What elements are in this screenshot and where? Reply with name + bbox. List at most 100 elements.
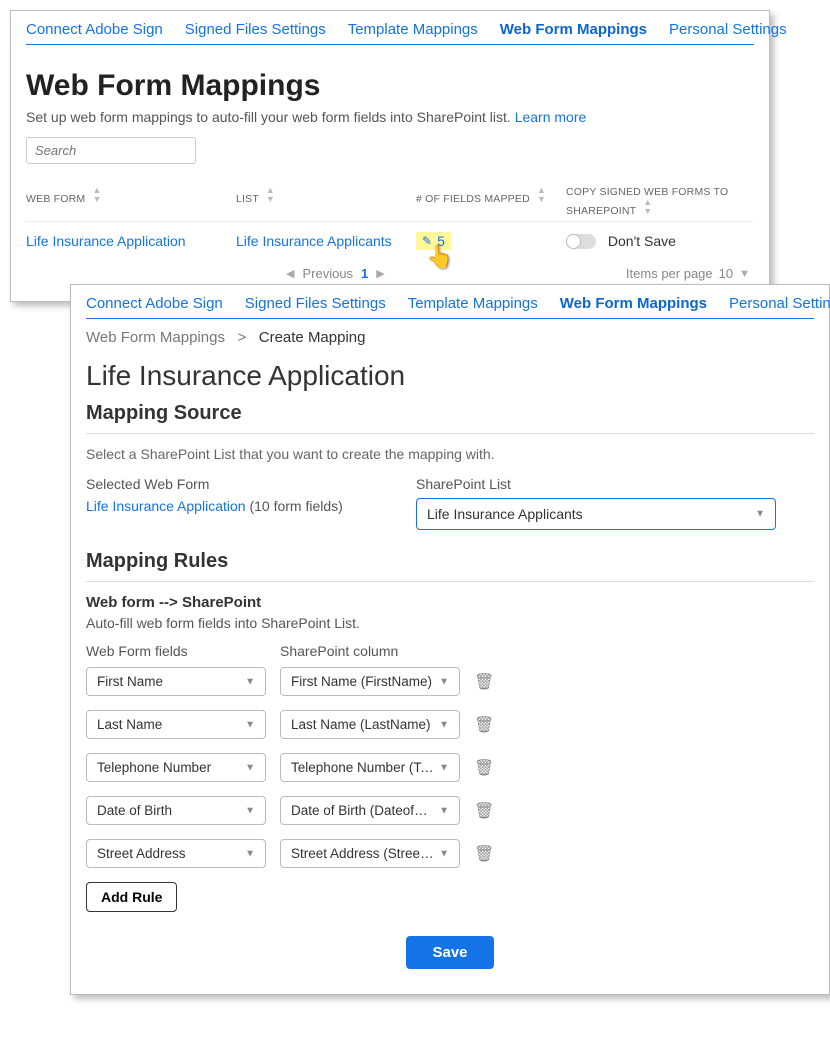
tab-personal-settings[interactable]: Personal Settings bbox=[669, 21, 787, 38]
mapping-source-heading: Mapping Source bbox=[86, 402, 814, 425]
rule-row: First Name ▼ First Name (FirstName)▼ 🗑 bbox=[86, 667, 814, 696]
sharepoint-column-value: First Name (FirstName) bbox=[291, 674, 432, 689]
caret-down-icon: ▼ bbox=[245, 848, 255, 859]
row-list-link[interactable]: Life Insurance Applicants bbox=[236, 233, 416, 249]
tab-connect-adobe-sign[interactable]: Connect Adobe Sign bbox=[26, 21, 163, 38]
col-header-webform-fields: Web Form fields bbox=[86, 643, 266, 659]
trash-icon[interactable]: 🗑 bbox=[474, 758, 494, 778]
caret-down-icon: ▼ bbox=[439, 762, 449, 773]
tab-template-mappings[interactable]: Template Mappings bbox=[348, 21, 478, 38]
tab-web-form-mappings[interactable]: Web Form Mappings bbox=[500, 21, 647, 38]
header-list[interactable]: LIST ▲▼ bbox=[236, 186, 416, 217]
webform-field-value: First Name bbox=[97, 674, 163, 689]
header-fields-label: # OF FIELDS MAPPED bbox=[416, 193, 530, 205]
items-per-page-value[interactable]: 10 bbox=[719, 266, 733, 281]
webform-field-value: Date of Birth bbox=[97, 803, 172, 818]
webform-field-value: Street Address bbox=[97, 846, 186, 861]
rule-row: Street Address ▼ Street Address (StreetAd…… bbox=[86, 839, 814, 868]
save-button[interactable]: Save bbox=[406, 936, 493, 969]
tab-connect-adobe-sign[interactable]: Connect Adobe Sign bbox=[86, 295, 223, 312]
items-per-page-label: Items per page bbox=[626, 266, 713, 281]
rules-help: Auto-fill web form fields into SharePoin… bbox=[86, 615, 814, 631]
grid-header: WEB FORM ▲▼ LIST ▲▼ # OF FIELDS MAPPED ▲… bbox=[26, 182, 754, 222]
trash-icon[interactable]: 🗑 bbox=[474, 801, 494, 821]
caret-down-icon: ▼ bbox=[245, 719, 255, 730]
sharepoint-column-select[interactable]: Telephone Number (Tele…▼ bbox=[280, 753, 460, 782]
header-webform[interactable]: WEB FORM ▲▼ bbox=[26, 186, 236, 217]
sort-icon: ▲▼ bbox=[643, 198, 652, 216]
rule-row: Date of Birth ▼ Date of Birth (DateofBirth… bbox=[86, 796, 814, 825]
webform-field-select[interactable]: Date of Birth ▼ bbox=[86, 796, 266, 825]
sharepoint-column-select[interactable]: Street Address (StreetAd…▼ bbox=[280, 839, 460, 868]
caret-down-icon: ▼ bbox=[439, 719, 449, 730]
breadcrumb: Web Form Mappings > Create Mapping bbox=[86, 329, 814, 346]
copy-toggle-label: Don't Save bbox=[608, 233, 676, 249]
webform-field-select[interactable]: Street Address ▼ bbox=[86, 839, 266, 868]
breadcrumb-parent[interactable]: Web Form Mappings bbox=[86, 329, 225, 346]
form-fields-count: (10 form fields) bbox=[249, 498, 342, 514]
subtitle-text: Set up web form mappings to auto-fill yo… bbox=[26, 109, 511, 125]
webform-field-value: Last Name bbox=[97, 717, 162, 732]
pager-prev[interactable]: Previous bbox=[302, 266, 353, 281]
header-copy-signed[interactable]: COPY SIGNED WEB FORMS TO SHAREPOINT ▲▼ bbox=[566, 186, 754, 217]
fields-count: 5 bbox=[437, 233, 445, 249]
rule-row: Last Name ▼ Last Name (LastName) ▼ 🗑 bbox=[86, 710, 814, 739]
page-title: Web Form Mappings bbox=[26, 69, 754, 103]
breadcrumb-current: Create Mapping bbox=[259, 329, 366, 346]
selected-webform-label: Selected Web Form bbox=[86, 476, 386, 492]
sharepoint-column-select[interactable]: Date of Birth (DateofBirth)▼ bbox=[280, 796, 460, 825]
sharepoint-column-value: Street Address (StreetAd… bbox=[291, 846, 454, 861]
sort-icon: ▲▼ bbox=[537, 186, 546, 204]
sharepoint-column-value: Date of Birth (DateofBirth) bbox=[291, 803, 446, 818]
table-row: Life Insurance Application Life Insuranc… bbox=[26, 222, 754, 260]
caret-down-icon: ▼ bbox=[245, 676, 255, 687]
learn-more-link[interactable]: Learn more bbox=[515, 109, 587, 125]
webform-field-select[interactable]: Last Name ▼ bbox=[86, 710, 266, 739]
caret-down-icon: ▼ bbox=[245, 762, 255, 773]
row-fields-cell-wrapper: ✎ 5 👆 bbox=[416, 232, 566, 250]
mapping-detail-panel: Connect Adobe Sign Signed Files Settings… bbox=[70, 284, 830, 995]
webform-field-value: Telephone Number bbox=[97, 760, 211, 775]
header-fields-mapped[interactable]: # OF FIELDS MAPPED ▲▼ bbox=[416, 186, 566, 217]
tab-signed-files-settings[interactable]: Signed Files Settings bbox=[245, 295, 386, 312]
sharepoint-list-select[interactable]: Life Insurance Applicants ▼ bbox=[416, 498, 776, 530]
header-list-label: LIST bbox=[236, 193, 259, 205]
webform-field-select[interactable]: First Name ▼ bbox=[86, 667, 266, 696]
row-webform-link[interactable]: Life Insurance Application bbox=[26, 233, 236, 249]
trash-icon[interactable]: 🗑 bbox=[474, 844, 494, 864]
webform-field-select[interactable]: Telephone Number ▼ bbox=[86, 753, 266, 782]
chevron-left-icon[interactable]: ◀ bbox=[286, 267, 294, 280]
caret-down-icon[interactable]: ▼ bbox=[739, 268, 750, 280]
trash-icon[interactable]: 🗑 bbox=[474, 672, 494, 692]
tab-personal-settings[interactable]: Personal Settings bbox=[729, 295, 830, 312]
sharepoint-list-value: Life Insurance Applicants bbox=[427, 506, 583, 522]
sort-icon: ▲▼ bbox=[266, 186, 275, 204]
sharepoint-column-value: Last Name (LastName) bbox=[291, 717, 431, 732]
header-webform-label: WEB FORM bbox=[26, 193, 85, 205]
top-tabs: Connect Adobe Sign Signed Files Settings… bbox=[26, 21, 754, 45]
mapping-rules-heading: Mapping Rules bbox=[86, 550, 814, 573]
copy-toggle[interactable] bbox=[566, 234, 596, 249]
tab-signed-files-settings[interactable]: Signed Files Settings bbox=[185, 21, 326, 38]
rules-container: First Name▼First Name (FirstName)▼🗑Last … bbox=[86, 667, 814, 868]
col-header-sharepoint-column: SharePoint column bbox=[280, 643, 460, 659]
rule-direction: Web form --> SharePoint bbox=[86, 594, 814, 611]
pager-current-page: 1 bbox=[361, 266, 368, 281]
breadcrumb-sep: > bbox=[237, 329, 246, 346]
add-rule-button[interactable]: Add Rule bbox=[86, 882, 177, 912]
sharepoint-list-label: SharePoint List bbox=[416, 476, 776, 492]
sharepoint-column-select[interactable]: Last Name (LastName) ▼ bbox=[280, 710, 460, 739]
tab-web-form-mappings[interactable]: Web Form Mappings bbox=[560, 295, 707, 312]
sharepoint-column-value: Telephone Number (Tele… bbox=[291, 760, 452, 775]
tab-template-mappings[interactable]: Template Mappings bbox=[408, 295, 538, 312]
pencil-icon: ✎ bbox=[422, 234, 432, 248]
row-copy-cell: Don't Save bbox=[566, 233, 754, 250]
search-input[interactable] bbox=[26, 137, 196, 164]
caret-down-icon: ▼ bbox=[245, 805, 255, 816]
selected-webform-link[interactable]: Life Insurance Application bbox=[86, 498, 246, 514]
chevron-right-icon[interactable]: ▶ bbox=[376, 267, 384, 280]
trash-icon[interactable]: 🗑 bbox=[474, 715, 494, 735]
sharepoint-column-select[interactable]: First Name (FirstName)▼ bbox=[280, 667, 460, 696]
edit-fields-highlight[interactable]: ✎ 5 👆 bbox=[416, 232, 451, 250]
form-title: Life Insurance Application bbox=[86, 360, 814, 392]
